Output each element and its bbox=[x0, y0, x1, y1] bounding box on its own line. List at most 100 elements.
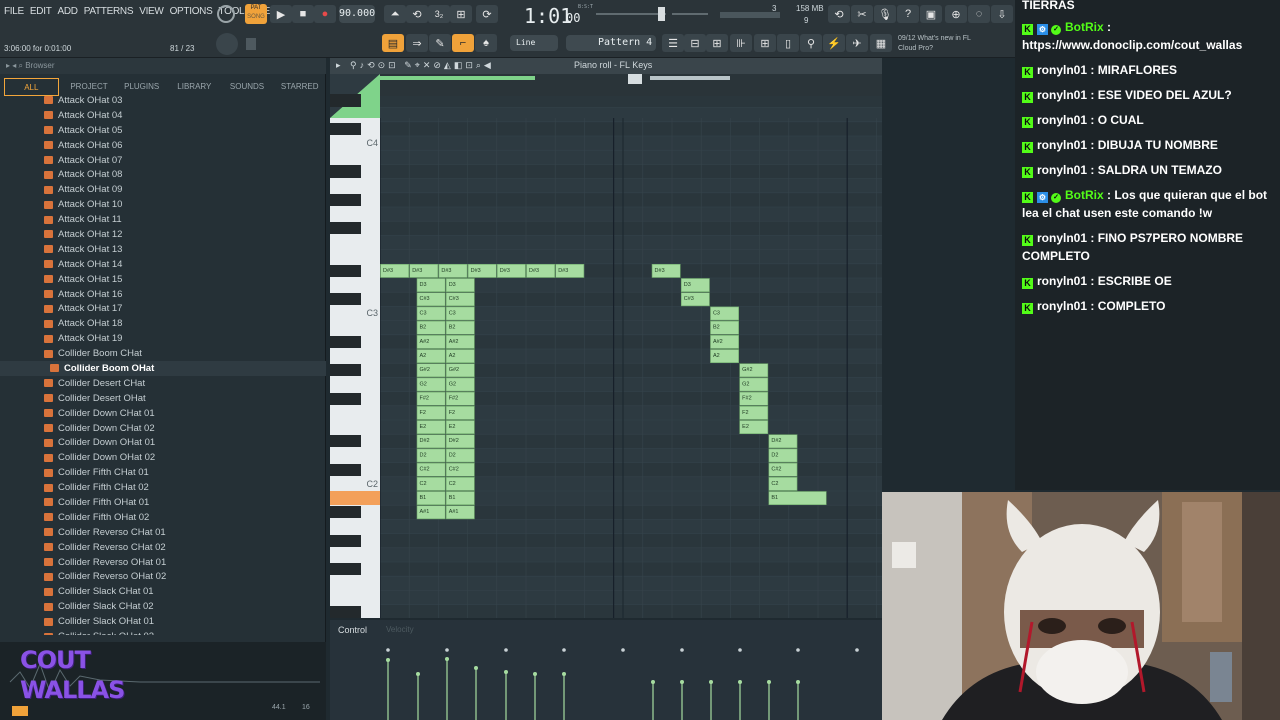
note-block[interactable]: D#3 bbox=[497, 264, 526, 278]
note-block[interactable]: A2 bbox=[710, 349, 739, 363]
browser-file-item[interactable]: Collider Down CHat 02 bbox=[0, 421, 326, 436]
browser-file-item[interactable]: Attack OHat 16 bbox=[0, 287, 326, 302]
velocity-ghost-handle[interactable] bbox=[621, 648, 625, 652]
piano-black-key[interactable] bbox=[330, 222, 361, 235]
countdown-icon[interactable]: 3₂ bbox=[428, 5, 450, 23]
browser-file-item[interactable]: Attack OHat 15 bbox=[0, 272, 326, 287]
velocity-ghost-handle[interactable] bbox=[504, 648, 508, 652]
velocity-ghost-handle[interactable] bbox=[386, 648, 390, 652]
piano-black-key[interactable] bbox=[330, 293, 361, 306]
browser-icon[interactable]: ⊞ bbox=[754, 34, 776, 52]
note-block[interactable]: C2 bbox=[445, 476, 475, 491]
note-block[interactable]: D3 bbox=[445, 278, 475, 292]
note-block[interactable]: C#2 bbox=[768, 462, 798, 477]
scripts-icon[interactable]: ✈ bbox=[846, 34, 868, 52]
browser-file-item[interactable]: Attack OHat 10 bbox=[0, 197, 326, 212]
download-icon[interactable]: ⇩ bbox=[991, 5, 1013, 23]
chat-username[interactable]: ronyln01 bbox=[1037, 274, 1087, 288]
piano-black-key[interactable] bbox=[330, 193, 361, 206]
note-block[interactable]: B2 bbox=[416, 320, 446, 335]
note-block[interactable]: E2 bbox=[739, 420, 769, 434]
master-volume-slider[interactable] bbox=[596, 6, 666, 22]
metronome-icon[interactable]: ⏶ bbox=[384, 5, 406, 23]
browser-file-item[interactable]: Collider Slack OHat 02 bbox=[0, 629, 326, 635]
wait-input-icon[interactable]: ⟲ bbox=[406, 5, 428, 23]
master-pitch-slider[interactable] bbox=[672, 6, 708, 22]
draw-tool-icon[interactable]: ✎ bbox=[429, 34, 451, 52]
note-block[interactable]: B1 bbox=[416, 491, 446, 505]
menu-item-options[interactable]: OPTIONS bbox=[170, 6, 213, 17]
note-block[interactable]: A#1 bbox=[445, 505, 475, 520]
velocity-handle[interactable] bbox=[796, 680, 800, 684]
note-block[interactable]: D#3 bbox=[555, 264, 585, 278]
piano-black-key[interactable] bbox=[330, 94, 361, 107]
recording-indicator-icon[interactable] bbox=[217, 5, 235, 23]
browser-file-item[interactable]: Collider Reverso CHat 02 bbox=[0, 540, 326, 555]
note-block[interactable]: D#2 bbox=[768, 434, 798, 449]
loop-record-icon[interactable]: ⟳ bbox=[476, 5, 498, 23]
piano-black-key[interactable] bbox=[330, 122, 361, 135]
piano-black-key[interactable] bbox=[330, 165, 361, 178]
browser-file-item[interactable]: Attack OHat 17 bbox=[0, 301, 326, 316]
step-edit-icon[interactable]: ⊞ bbox=[450, 5, 472, 23]
browser-file-item[interactable]: Attack OHat 04 bbox=[0, 108, 326, 123]
news-icon[interactable]: ▦ bbox=[870, 34, 892, 52]
note-block[interactable]: D2 bbox=[445, 448, 475, 463]
mixer-icon[interactable]: ⊪ bbox=[730, 34, 752, 52]
piano-black-key[interactable] bbox=[330, 435, 361, 448]
chat-username[interactable]: BotRix bbox=[1065, 188, 1104, 202]
note-block[interactable]: A#2 bbox=[710, 335, 739, 349]
news-ticker[interactable]: 09/12 What's new in FL Cloud Pro? bbox=[898, 34, 971, 54]
note-block[interactable]: B2 bbox=[710, 320, 739, 335]
pattern-selector[interactable]: Pattern 4 bbox=[566, 35, 656, 51]
note-block[interactable]: G2 bbox=[739, 377, 769, 392]
snap-magnet-icon[interactable]: ⇒ bbox=[406, 34, 428, 52]
playlist-icon[interactable]: ☰ bbox=[662, 34, 684, 52]
browser-file-item[interactable]: Collider Slack OHat 01 bbox=[0, 614, 326, 629]
velocity-lane[interactable] bbox=[380, 642, 882, 720]
note-block[interactable]: F2 bbox=[739, 405, 769, 420]
menu-item-patterns[interactable]: PATTERNS bbox=[84, 6, 134, 17]
preview-play-icon[interactable] bbox=[12, 706, 28, 716]
velocity-ghost-handle[interactable] bbox=[855, 648, 859, 652]
note-block[interactable]: A2 bbox=[416, 349, 446, 363]
undo-icon[interactable]: ⟲ bbox=[828, 5, 850, 23]
cut-icon[interactable]: ✂ bbox=[851, 5, 873, 23]
note-block[interactable]: D#2 bbox=[416, 434, 446, 449]
velocity-ghost-handle[interactable] bbox=[445, 648, 449, 652]
browser-file-item[interactable]: Attack OHat 03 bbox=[0, 93, 326, 108]
browser-file-item[interactable]: Collider Desert OHat bbox=[0, 391, 326, 406]
browser-file-item[interactable]: Collider Slack CHat 02 bbox=[0, 599, 326, 614]
note-block[interactable]: D3 bbox=[416, 278, 446, 292]
browser-file-item[interactable]: Collider Slack CHat 01 bbox=[0, 584, 326, 599]
note-block[interactable]: D#3 bbox=[409, 264, 439, 278]
piano-black-key[interactable] bbox=[330, 364, 361, 377]
note-block[interactable]: G2 bbox=[445, 377, 475, 392]
browser-file-item[interactable]: Attack OHat 09 bbox=[0, 182, 326, 197]
browser-file-item[interactable]: Collider Boom OHat bbox=[0, 361, 326, 376]
chat-username[interactable]: ronyln01 bbox=[1037, 113, 1087, 127]
chat-username[interactable]: ronyln01 bbox=[1037, 63, 1087, 77]
plugin-picker-plug-icon[interactable]: ⚲ bbox=[800, 34, 822, 52]
velocity-handle[interactable] bbox=[738, 680, 742, 684]
velocity-ghost-handle[interactable] bbox=[562, 648, 566, 652]
main-volume-knob[interactable] bbox=[216, 33, 238, 55]
help-icon[interactable]: ? bbox=[897, 5, 919, 23]
note-block[interactable]: D2 bbox=[416, 448, 446, 463]
note-block[interactable]: F#2 bbox=[739, 391, 769, 406]
menu-item-view[interactable]: VIEW bbox=[139, 6, 164, 17]
chat-username[interactable]: ronyln01 bbox=[1037, 299, 1087, 313]
note-grid[interactable]: D#3 D#3 D#3 D#3 D#3 D#3 D#3 D#3 D3 D3 C#3 C#3 C3 C3 B2… bbox=[380, 96, 882, 618]
browser-file-item[interactable]: Collider Reverso CHat 01 bbox=[0, 525, 326, 540]
note-block[interactable]: C#2 bbox=[416, 462, 446, 477]
note-block[interactable]: C#3 bbox=[416, 292, 446, 307]
velocity-handle[interactable] bbox=[651, 680, 655, 684]
note-block[interactable]: G#2 bbox=[739, 363, 769, 378]
menu-item-add[interactable]: ADD bbox=[58, 6, 79, 17]
note-block[interactable]: C2 bbox=[416, 476, 446, 491]
browser-file-item[interactable]: Attack OHat 08 bbox=[0, 167, 326, 182]
velocity-handle[interactable] bbox=[416, 672, 420, 676]
note-block[interactable]: D#3 bbox=[438, 264, 468, 278]
piano-key-highlight[interactable] bbox=[330, 491, 380, 506]
browser-file-item[interactable]: Attack OHat 05 bbox=[0, 123, 326, 138]
